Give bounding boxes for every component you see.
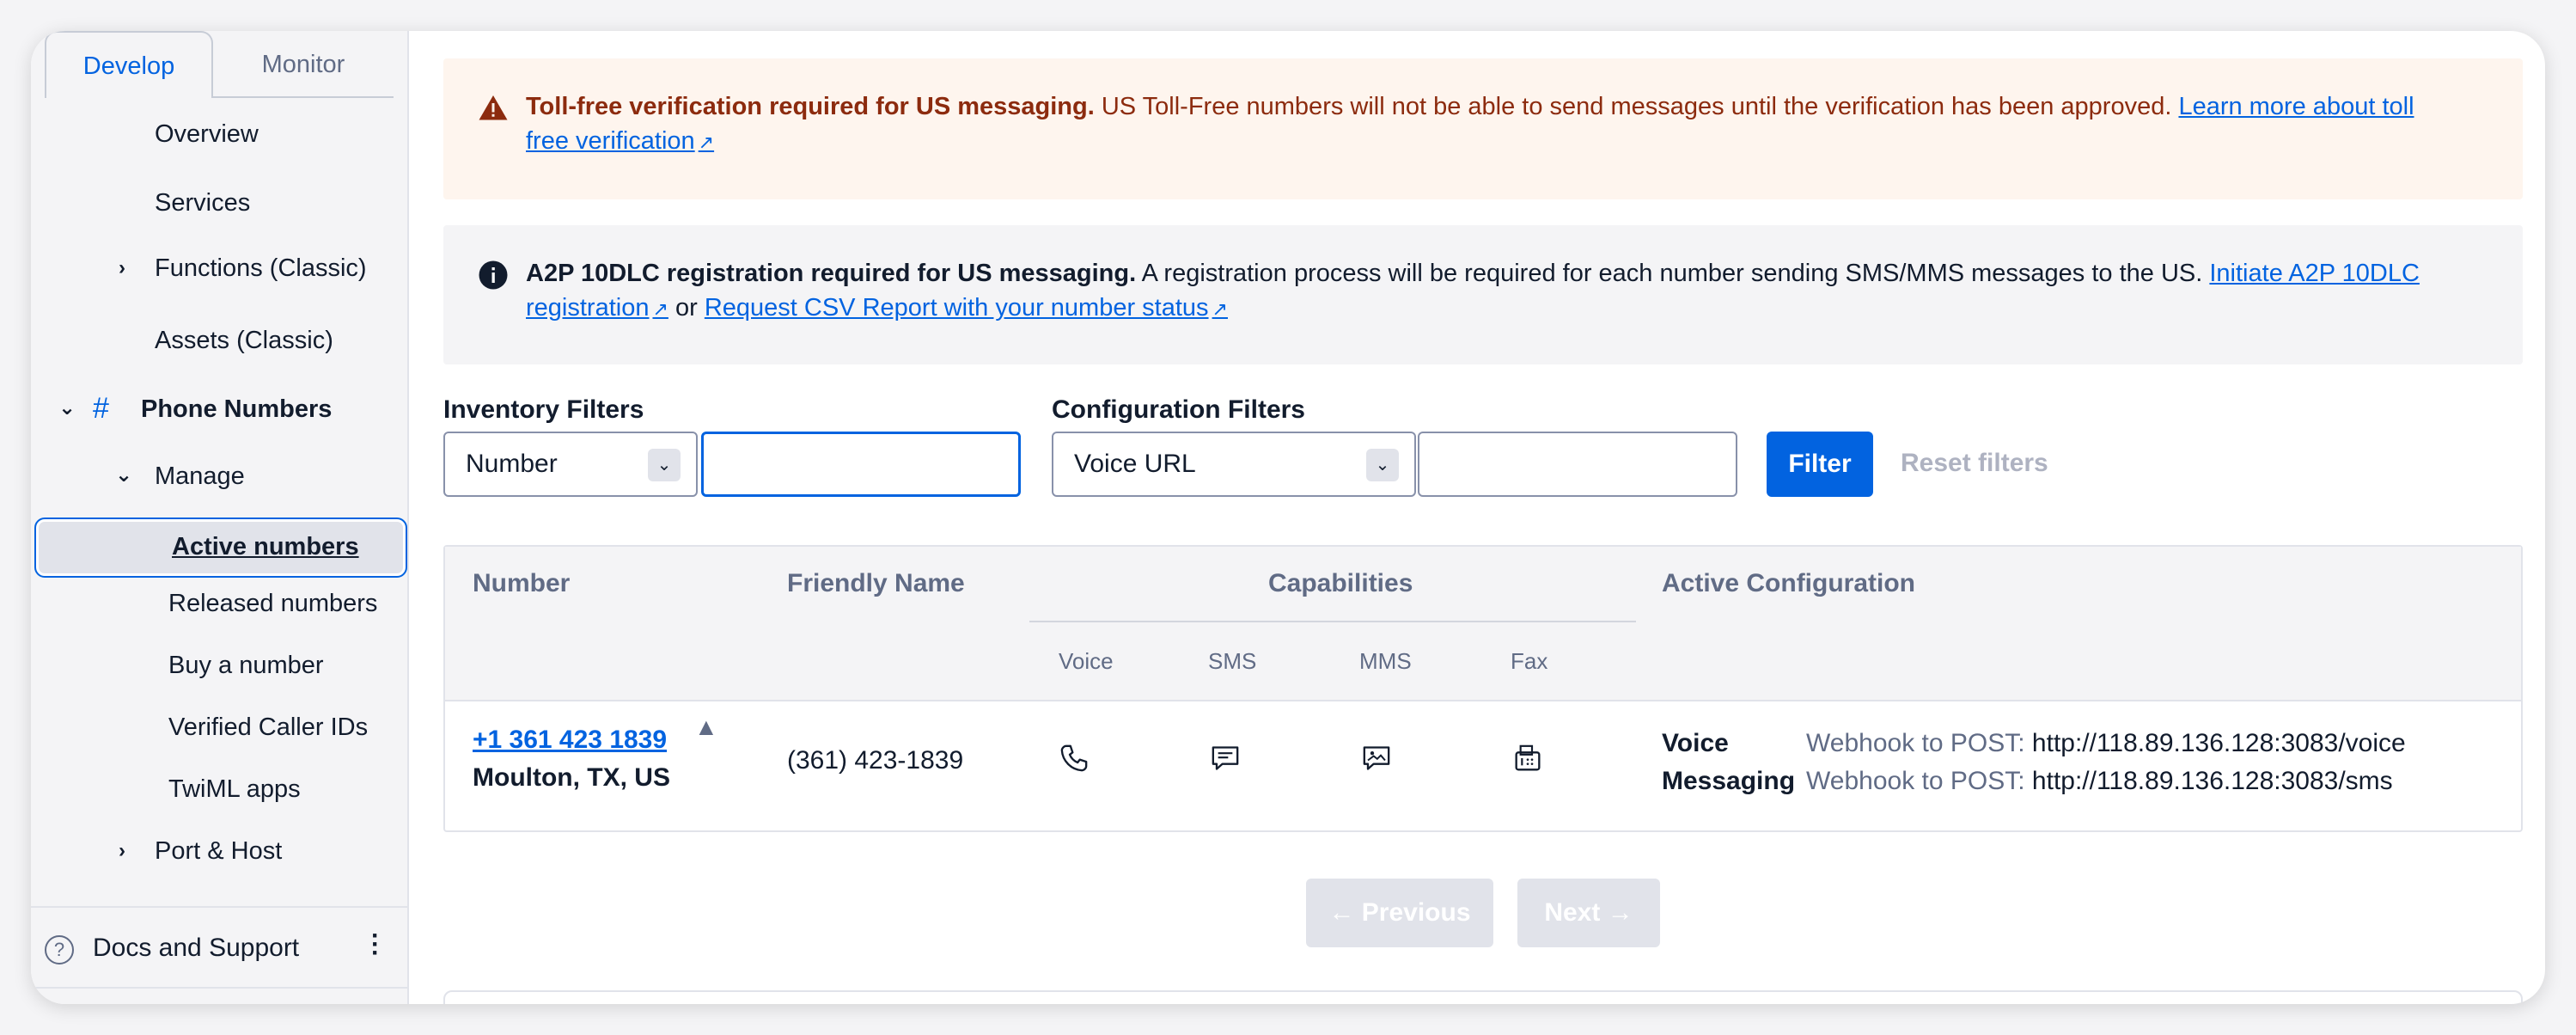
inventory-select-value: Number: [466, 450, 558, 478]
sidebar-item-verified-caller-ids[interactable]: Verified Caller IDs: [168, 713, 368, 742]
config-select-value: Voice URL: [1074, 450, 1196, 478]
next-page-button[interactable]: Next →: [1517, 879, 1660, 947]
reset-filters-button[interactable]: Reset filters: [1901, 449, 2048, 478]
a2p-info-alert: A2P 10DLC registration required for US m…: [443, 225, 2523, 364]
config-messaging-label: Messaging: [1662, 767, 1796, 795]
table-header: Number Friendly Name Capabilities Active…: [445, 547, 2521, 701]
sidebar-item-manage[interactable]: ⌄ Manage: [115, 462, 245, 491]
sidebar-item-label: Services: [155, 189, 251, 217]
sidebar-item-assets[interactable]: Assets (Classic): [155, 327, 333, 355]
messaging-webhook-url: http://118.89.136.128:3083/sms: [2031, 767, 2393, 795]
column-header-capabilities: Capabilities: [1268, 569, 1413, 597]
sidebar-item-label: Phone Numbers: [141, 395, 333, 423]
arrow-right-icon: →: [1607, 898, 1633, 927]
column-header-fax: Fax: [1511, 648, 1548, 674]
column-header-number[interactable]: Number: [473, 569, 570, 598]
hash-icon: #: [93, 392, 109, 425]
sidebar-item-active-numbers[interactable]: Active numbers: [34, 518, 407, 578]
info-body: A registration process will be required …: [1141, 260, 2203, 287]
number-location: Moulton, TX, US: [473, 763, 670, 792]
docs-label: Docs and Support: [93, 934, 300, 962]
chevron-down-icon[interactable]: ⌄: [115, 462, 132, 487]
sidebar: Develop Monitor Overview Services › Func…: [31, 31, 409, 1004]
friendly-name: (361) 423-1839: [787, 746, 964, 775]
config-messaging-value: Webhook to POST: http://118.89.136.128:3…: [1806, 767, 2393, 795]
arrow-left-icon: ←: [1328, 898, 1355, 927]
warning-title: Toll-free verification required for US m…: [526, 93, 1095, 120]
bottom-card: [443, 990, 2523, 1004]
chevron-down-icon: ⌄: [648, 449, 681, 481]
warning-text: Toll-free verification required for US m…: [526, 89, 2463, 160]
info-icon: [479, 260, 508, 290]
sidebar-item-label: Assets (Classic): [155, 327, 333, 354]
sidebar-item-released-numbers[interactable]: Released numbers: [168, 590, 377, 618]
request-csv-link[interactable]: Request CSV Report with your number stat…: [705, 294, 1228, 322]
sidebar-item-port-host[interactable]: › Port & Host: [119, 837, 283, 866]
configuration-filter-input[interactable]: [1418, 432, 1737, 497]
sidebar-item-label: Overview: [155, 120, 259, 148]
capabilities-divider: [1029, 621, 1636, 622]
column-header-active-configuration: Active Configuration: [1662, 569, 1916, 597]
tab-monitor[interactable]: Monitor: [213, 31, 394, 98]
warning-icon: [479, 95, 508, 120]
fax-icon: [1515, 744, 1541, 771]
sidebar-item-label: Released numbers: [168, 590, 378, 617]
mms-icon: [1363, 746, 1390, 770]
sidebar-divider: [31, 987, 409, 989]
numbers-table: Number Friendly Name Capabilities Active…: [443, 545, 2523, 832]
toll-free-warning-alert: Toll-free verification required for US m…: [443, 58, 2523, 199]
configuration-filter-select[interactable]: Voice URL ⌄: [1052, 432, 1416, 497]
warning-body: US Toll-Free numbers will not be able to…: [1101, 93, 2172, 120]
sidebar-item-twiml-apps[interactable]: TwiML apps: [168, 775, 301, 804]
sidebar-item-services[interactable]: Services: [155, 189, 250, 217]
config-voice-label: Voice: [1662, 729, 1729, 757]
sort-up-icon[interactable]: ▲: [694, 713, 718, 741]
sidebar-item-label: Buy a number: [168, 652, 324, 679]
external-link-icon: ↗: [1212, 298, 1228, 320]
external-link-icon: ↗: [698, 132, 715, 153]
column-header-sms: SMS: [1208, 648, 1257, 674]
sidebar-item-label: Port & Host: [155, 837, 283, 865]
external-link-icon: ↗: [652, 298, 668, 320]
sidebar-item-label: Verified Caller IDs: [168, 713, 369, 741]
chevron-right-icon[interactable]: ›: [119, 256, 125, 280]
info-title: A2P 10DLC registration required for US m…: [526, 260, 1137, 287]
sidebar-item-phone-numbers[interactable]: ⌄ # Phone Numbers: [58, 392, 333, 425]
chevron-down-icon[interactable]: ⌄: [58, 395, 76, 420]
sidebar-item-buy-number[interactable]: Buy a number: [168, 652, 324, 680]
inventory-filter-select[interactable]: Number ⌄: [443, 432, 698, 497]
column-header-voice: Voice: [1059, 648, 1114, 674]
filter-button[interactable]: Filter: [1767, 432, 1873, 497]
inventory-filters-label: Inventory Filters: [443, 395, 644, 424]
column-header-mms: MMS: [1359, 648, 1412, 674]
sidebar-item-functions[interactable]: › Functions (Classic): [119, 254, 367, 283]
config-voice-value: Webhook to POST: http://118.89.136.128:3…: [1806, 729, 2406, 757]
previous-page-button[interactable]: ← Previous: [1306, 879, 1493, 947]
app-window: Develop Monitor Overview Services › Func…: [31, 31, 2545, 1004]
kebab-icon[interactable]: · · ·: [371, 923, 380, 966]
phone-number-link[interactable]: +1 361 423 1839: [473, 726, 667, 755]
configuration-filters-label: Configuration Filters: [1052, 395, 1305, 424]
or-text: or: [675, 294, 698, 322]
chevron-right-icon[interactable]: ›: [119, 839, 125, 863]
info-text: A2P 10DLC registration required for US m…: [526, 256, 2463, 327]
sms-icon: [1212, 746, 1239, 770]
sidebar-item-label: Manage: [155, 462, 245, 490]
voice-webhook-url: http://118.89.136.128:3083/voice: [2031, 729, 2406, 757]
sidebar-item-overview[interactable]: Overview: [155, 120, 259, 149]
sidebar-item-label: Active numbers: [172, 533, 359, 560]
sidebar-item-label: TwiML apps: [168, 775, 301, 803]
sidebar-item-label: Functions (Classic): [155, 254, 367, 282]
column-header-friendly-name: Friendly Name: [787, 569, 965, 597]
help-icon: ?: [45, 935, 74, 965]
docs-and-support[interactable]: ? Docs and Support · · ·: [31, 906, 409, 970]
sidebar-tabs: Develop Monitor: [45, 31, 394, 98]
tab-develop[interactable]: Develop: [45, 31, 213, 98]
phone-icon: [1060, 744, 1088, 772]
inventory-filter-input[interactable]: [701, 432, 1021, 497]
chevron-down-icon: ⌄: [1366, 449, 1399, 481]
